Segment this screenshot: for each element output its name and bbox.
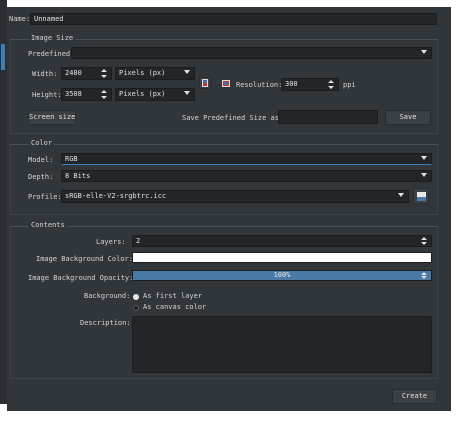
profile-browse-icon[interactable] — [413, 188, 429, 204]
name-input[interactable]: Unnamed — [30, 13, 437, 25]
profile-select[interactable]: sRGB-elle-V2-srgbtrc.icc — [61, 190, 409, 203]
increment-icon[interactable] — [101, 69, 107, 72]
name-label: Name: — [9, 15, 31, 23]
width-label: Width: — [32, 70, 58, 78]
depth-select[interactable]: 8 Bits — [61, 170, 432, 182]
chevron-down-icon — [421, 156, 427, 160]
model-select[interactable]: RGB — [61, 153, 432, 165]
model-label: Model: — [28, 156, 54, 164]
description-label: Description: — [80, 319, 131, 327]
layers-spinbox[interactable]: 2 — [132, 235, 432, 247]
save-button[interactable]: Save — [385, 110, 431, 125]
chevron-down-icon — [184, 91, 190, 95]
decrement-icon[interactable] — [101, 75, 107, 78]
width-unit-select[interactable]: Pixels (px) — [115, 67, 195, 80]
landscape-orientation-icon[interactable] — [222, 80, 230, 87]
predefined-label: Predefined: — [28, 50, 75, 58]
profile-label: Profile: — [28, 193, 62, 201]
chevron-down-icon — [421, 173, 427, 177]
bg-canvas-color-radio[interactable] — [133, 305, 139, 311]
decrement-icon[interactable] — [421, 276, 427, 279]
bg-color-swatch[interactable] — [132, 252, 432, 263]
decrement-icon[interactable] — [421, 242, 427, 245]
layers-label: Layers: — [96, 238, 126, 246]
color-title: Color — [29, 139, 55, 147]
save-predefined-input[interactable] — [278, 110, 378, 124]
increment-icon[interactable] — [421, 237, 427, 240]
background-label: Background: — [84, 292, 131, 300]
resolution-unit: ppi — [343, 81, 356, 89]
screen-size-button[interactable]: Screen size — [28, 110, 76, 125]
new-document-dialog: Name: Unnamed Image Size Predefined: Wid… — [7, 7, 451, 411]
height-label: Height: — [32, 91, 62, 99]
resolution-label: Resolution: — [236, 81, 283, 89]
predefined-select[interactable] — [71, 47, 432, 59]
side-strip — [0, 0, 7, 404]
increment-icon[interactable] — [421, 272, 427, 275]
height-spinbox[interactable]: 3508 — [61, 88, 112, 101]
chevron-down-icon — [398, 193, 404, 197]
bg-option-2-label: As canvas color — [143, 303, 207, 311]
height-unit-select[interactable]: Pixels (px) — [115, 88, 195, 101]
resolution-spinbox[interactable]: 300 — [281, 78, 339, 91]
width-spinbox[interactable]: 2480 — [61, 67, 112, 80]
decrement-icon[interactable] — [328, 86, 334, 89]
increment-icon[interactable] — [101, 90, 107, 93]
description-textarea[interactable] — [132, 316, 432, 373]
depth-label: Depth: — [28, 173, 54, 181]
image-size-title: Image Size — [29, 34, 76, 42]
chevron-down-icon — [421, 50, 427, 54]
bg-opacity-label: Image Background Opacity: — [28, 274, 134, 282]
chevron-down-icon — [184, 70, 190, 74]
bg-color-label: Image Background Color: — [36, 255, 133, 263]
bg-option-1-label: As first layer — [143, 292, 203, 300]
create-button[interactable]: Create — [392, 389, 437, 404]
bg-opacity-slider[interactable]: 100% — [132, 270, 432, 281]
contents-title: Contents — [29, 221, 67, 229]
side-strip-highlight — [1, 44, 5, 70]
increment-icon[interactable] — [328, 80, 334, 83]
bg-first-layer-radio[interactable] — [133, 294, 139, 300]
save-predefined-label: Save Predefined Size as: — [182, 114, 284, 122]
decrement-icon[interactable] — [101, 96, 107, 99]
portrait-orientation-icon[interactable] — [199, 77, 211, 89]
